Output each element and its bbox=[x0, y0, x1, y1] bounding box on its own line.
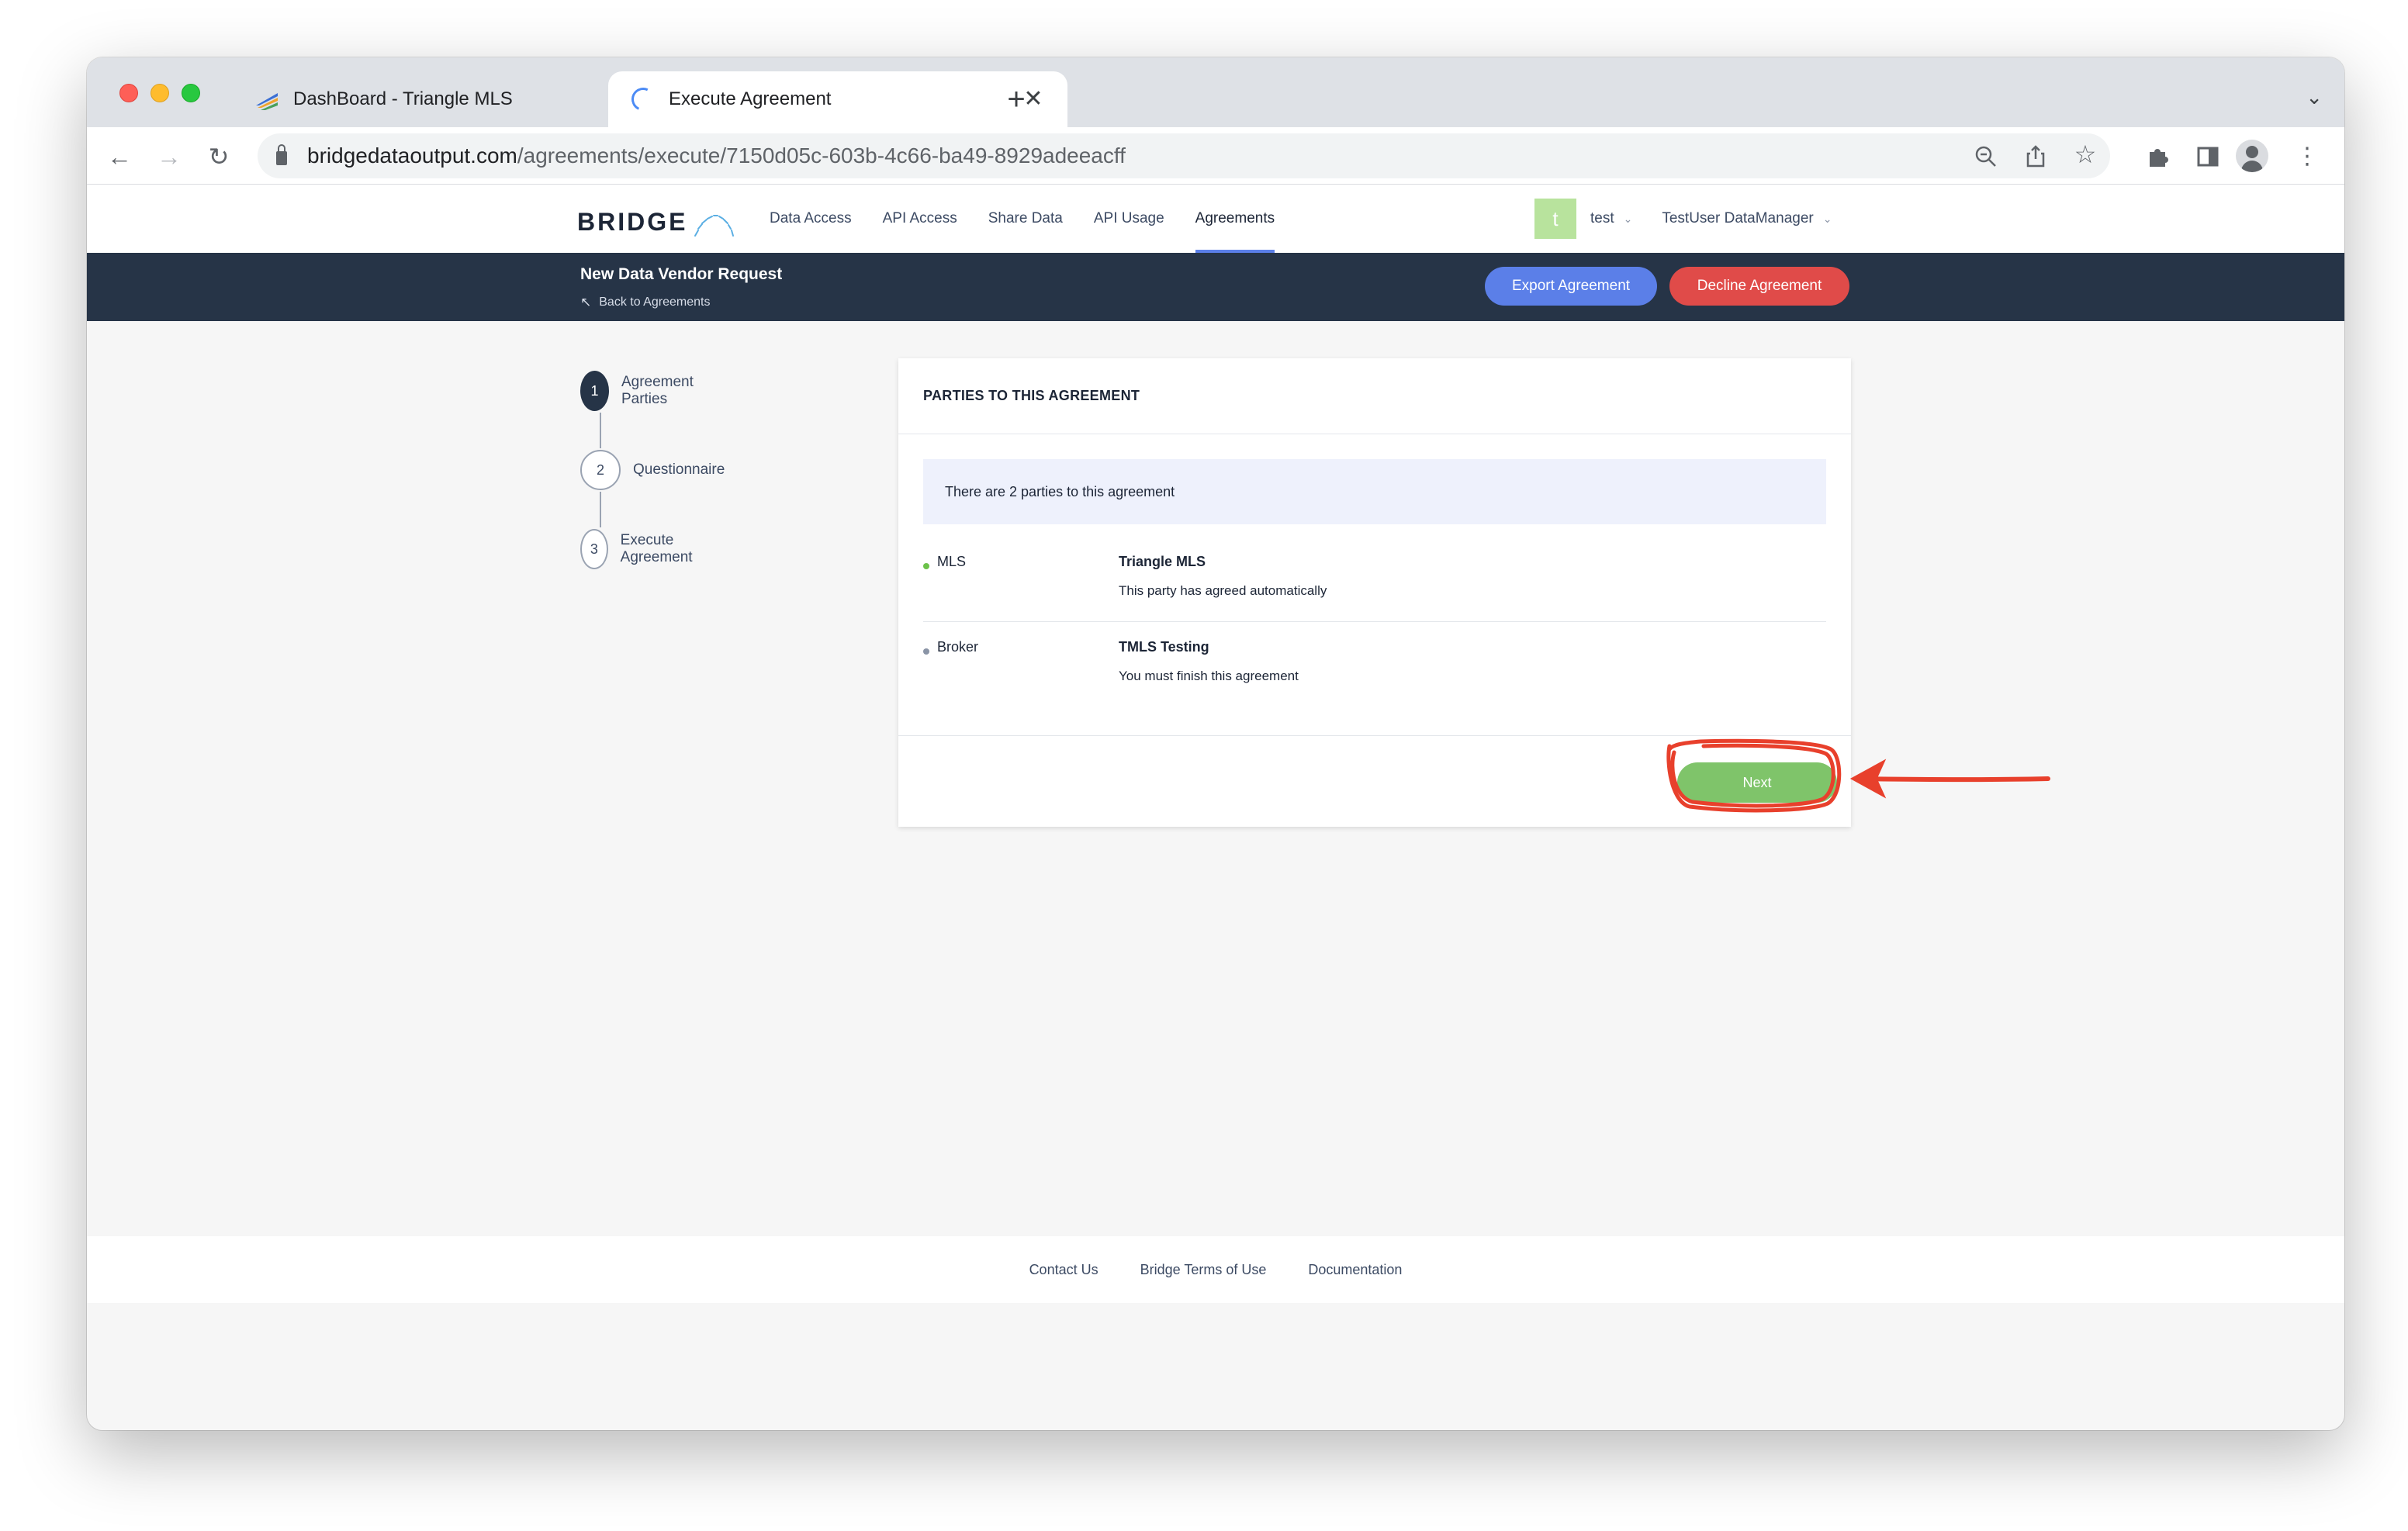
share-icon[interactable] bbox=[2022, 143, 2050, 171]
nav-api-usage[interactable]: API Usage bbox=[1094, 185, 1164, 253]
page-title: New Data Vendor Request bbox=[580, 265, 783, 283]
url-path: /agreements/execute/7150d05c-603b-4c66-b… bbox=[517, 143, 1126, 168]
profile-avatar-icon[interactable] bbox=[2236, 140, 2268, 172]
browser-window: DashBoard - Triangle MLS ✕ Execute Agree… bbox=[87, 57, 2344, 1430]
browser-menu-icon[interactable]: ⋮ bbox=[2292, 141, 2323, 172]
step-execute-agreement[interactable]: 3 Execute Agreement bbox=[580, 529, 705, 569]
nav-share-data[interactable]: Share Data bbox=[988, 185, 1063, 253]
footer-link-contact-us[interactable]: Contact Us bbox=[1029, 1262, 1098, 1278]
step-label: Agreement Parties bbox=[621, 374, 694, 407]
main-nav: Data Access API Access Share Data API Us… bbox=[770, 185, 1306, 253]
card-title: PARTIES TO THIS AGREEMENT bbox=[898, 358, 1851, 434]
minimize-window-button[interactable] bbox=[150, 84, 169, 102]
parties-card: PARTIES TO THIS AGREEMENT There are 2 pa… bbox=[898, 358, 1851, 827]
site-footer: Contact Us Bridge Terms of Use Documenta… bbox=[87, 1236, 2344, 1303]
step-number: 2 bbox=[580, 450, 621, 490]
close-window-button[interactable] bbox=[119, 84, 138, 102]
chevron-down-icon[interactable]: ⌄ bbox=[1624, 213, 1633, 226]
footer-link-terms-of-use[interactable]: Bridge Terms of Use bbox=[1140, 1262, 1267, 1278]
page-banner: New Data Vendor Request ↖ Back to Agreem… bbox=[87, 253, 2344, 321]
party-name: Triangle MLS bbox=[1119, 554, 1206, 569]
party-role: MLS bbox=[937, 554, 967, 569]
step-agreement-parties[interactable]: 1 Agreement Parties bbox=[580, 371, 705, 411]
party-role: Broker bbox=[937, 639, 979, 655]
user-dropdown-label[interactable]: TestUser DataManager bbox=[1662, 210, 1813, 227]
user-area: t test ⌄ TestUser DataManager ⌄ bbox=[1534, 199, 1832, 239]
triangle-mls-favicon-icon bbox=[256, 93, 278, 110]
tab-strip: DashBoard - Triangle MLS ✕ Execute Agree… bbox=[87, 57, 2344, 127]
browser-toolbar: ← → ↻ bridgedataoutput.com/agreements/ex… bbox=[87, 127, 2344, 185]
back-arrow-icon[interactable]: ← bbox=[104, 141, 135, 172]
step-number: 1 bbox=[580, 371, 609, 411]
reload-icon[interactable]: ↻ bbox=[203, 141, 234, 172]
tab-execute-agreement[interactable]: Execute Agreement ✕ bbox=[608, 71, 1067, 127]
footer-link-documentation[interactable]: Documentation bbox=[1308, 1262, 1402, 1278]
next-button[interactable]: Next bbox=[1677, 762, 1837, 803]
party-status: This party has agreed automatically bbox=[1119, 583, 1327, 598]
avatar[interactable]: t bbox=[1534, 199, 1576, 239]
arrow-icon bbox=[1849, 759, 2050, 799]
party-status: You must finish this agreement bbox=[1119, 669, 1299, 683]
zoom-icon[interactable] bbox=[1972, 143, 2000, 171]
bookmark-star-icon[interactable]: ☆ bbox=[2071, 140, 2099, 169]
nav-data-access[interactable]: Data Access bbox=[770, 185, 852, 253]
tab-search-chevron-icon[interactable]: ⌄ bbox=[2306, 85, 2323, 109]
chevron-down-icon[interactable]: ⌄ bbox=[1823, 213, 1832, 226]
nav-api-access[interactable]: API Access bbox=[883, 185, 957, 253]
step-label: Questionnaire bbox=[633, 461, 725, 478]
party-name: TMLS Testing bbox=[1119, 639, 1209, 655]
status-dot-icon bbox=[923, 563, 929, 569]
address-bar[interactable]: bridgedataoutput.com/agreements/execute/… bbox=[258, 133, 2110, 178]
back-link-label: Back to Agreements bbox=[599, 295, 711, 309]
step-connector bbox=[600, 492, 601, 527]
site-header: BRIDGE Data Access API Access Share Data bbox=[87, 185, 2344, 253]
new-tab-button[interactable]: + bbox=[1001, 84, 1032, 115]
parties-info-banner: There are 2 parties to this agreement bbox=[923, 459, 1826, 524]
step-connector bbox=[600, 413, 601, 448]
step-label: Execute Agreement bbox=[620, 532, 693, 565]
card-footer: Next bbox=[898, 735, 1851, 827]
extensions-puzzle-icon[interactable] bbox=[2143, 141, 2174, 172]
forward-arrow-icon[interactable]: → bbox=[154, 141, 185, 172]
url-host: bridgedataoutput.com bbox=[307, 143, 517, 168]
export-agreement-button[interactable]: Export Agreement bbox=[1485, 267, 1657, 306]
step-number: 3 bbox=[580, 529, 608, 569]
account-dropdown-label[interactable]: test bbox=[1590, 210, 1614, 227]
back-arrow-icon: ↖ bbox=[580, 295, 592, 309]
logo-arc-icon bbox=[694, 215, 735, 237]
party-row-mls: MLS Triangle MLS This party has agreed a… bbox=[923, 554, 1826, 622]
step-questionnaire[interactable]: 2 Questionnaire bbox=[580, 450, 725, 490]
tab-title: Execute Agreement bbox=[669, 88, 832, 109]
nav-agreements[interactable]: Agreements bbox=[1195, 185, 1275, 253]
bridge-logo[interactable]: BRIDGE bbox=[577, 205, 737, 239]
side-panel-icon[interactable] bbox=[2192, 141, 2223, 172]
logo-text: BRIDGE bbox=[577, 207, 688, 236]
back-to-agreements-link[interactable]: ↖ Back to Agreements bbox=[580, 295, 710, 310]
maximize-window-button[interactable] bbox=[182, 84, 200, 102]
lock-icon bbox=[276, 144, 287, 165]
decline-agreement-button[interactable]: Decline Agreement bbox=[1669, 267, 1849, 306]
tab-title: DashBoard - Triangle MLS bbox=[293, 88, 513, 109]
loading-spinner-icon bbox=[628, 84, 659, 115]
status-dot-icon bbox=[923, 648, 929, 655]
